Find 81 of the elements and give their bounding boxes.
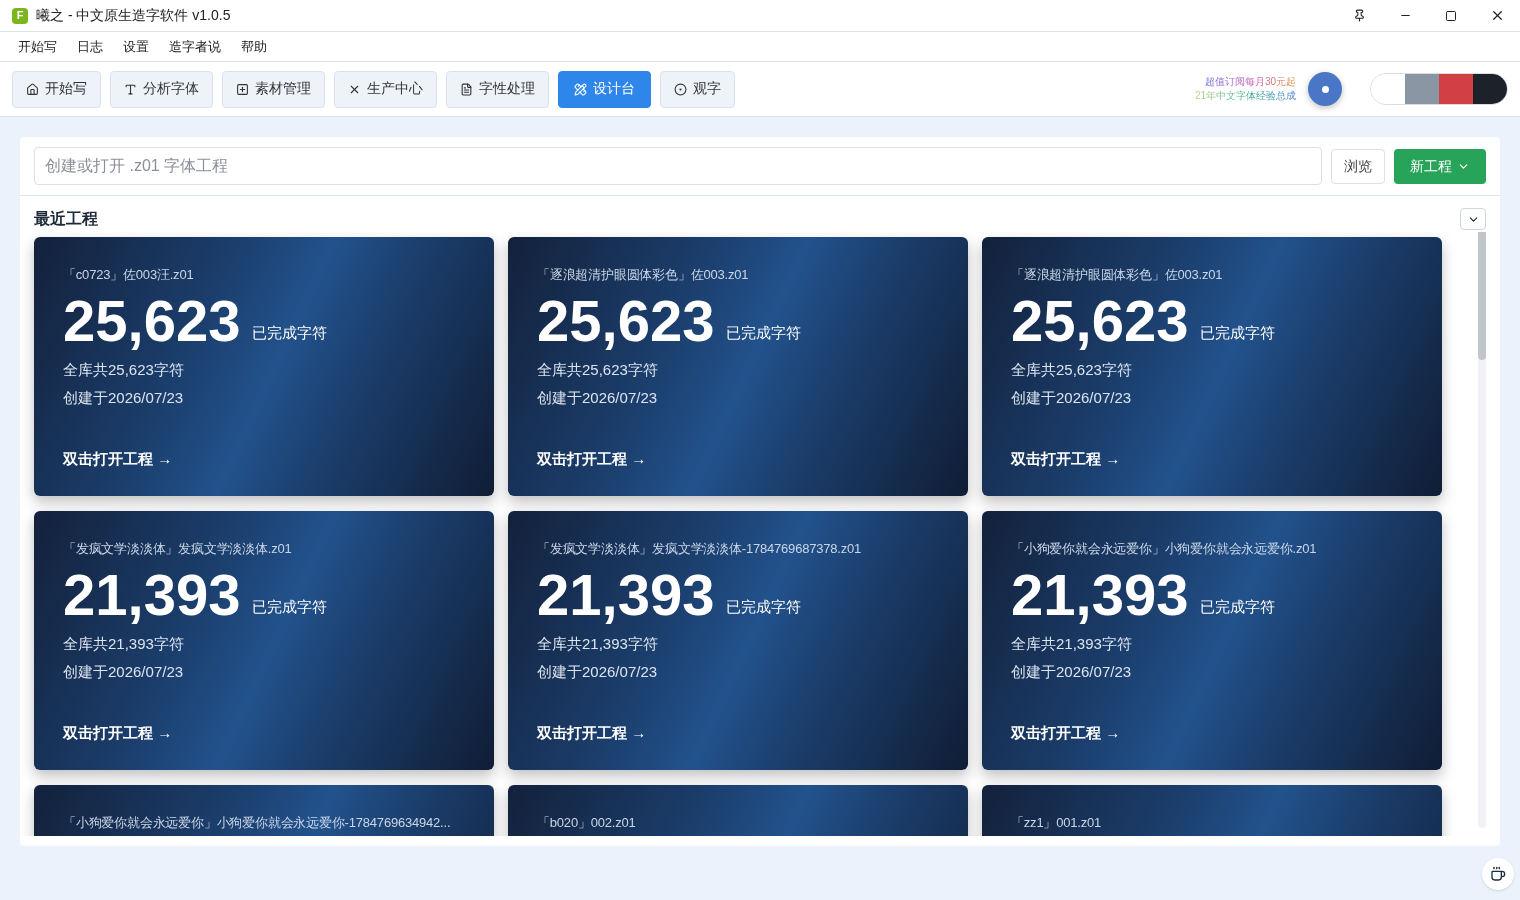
project-path-field[interactable]: 创建或打开 .z01 字体工程 [34,147,1322,185]
document-icon [460,82,473,96]
completed-count: 21,393 [1011,564,1189,625]
menu-item[interactable]: 造字者说 [159,36,231,57]
section-title: 最近工程 [34,209,98,229]
total-characters: 全库共21,393字符 [1011,633,1133,654]
total-characters: 全库共25,623字符 [537,359,659,380]
project-card[interactable]: 「zz1」001.z01 [982,785,1442,836]
toolbar-tab[interactable]: 观字 [660,70,735,108]
app-logo: F [12,7,28,24]
created-date: 创建于2026/07/23 [63,388,185,408]
project-file-name: 「发疯文学淡淡体」发疯文学淡淡体-1784769687378.z01 [537,540,863,558]
menu-item[interactable]: 日志 [67,36,113,57]
created-date: 创建于2026/07/23 [537,662,659,682]
completed-label: 已完成字符 [252,597,328,617]
project-card[interactable]: 「b020」002.z01 [508,785,968,836]
total-characters: 全库共21,393字符 [63,633,185,654]
project-file-name: 「逐浪超清护眼圆体彩色」佐003.z01 [537,266,750,284]
total-characters: 全库共25,623字符 [63,359,185,380]
toolbar-tab[interactable]: 素材管理 [222,70,325,108]
open-project-hint[interactable]: 双击打开工程 → [537,721,952,744]
project-file-name: 「逐浪超清护眼圆体彩色」佐003.z01 [1011,266,1224,284]
completed-label: 已完成字符 [726,597,802,617]
cup-button[interactable] [1482,858,1514,890]
project-card[interactable]: 「c0723」佐003汪.z01 25,623 已完成字符 全库共25,623字符 创建于2026/07/23 双击打开工程 → [34,237,494,496]
project-file-name: 「小狗爱你就会永远爱你」小狗爱你就会永远爱你.z01 [1011,540,1318,558]
toolbar-tab[interactable]: 设计台 [558,70,651,108]
open-project-hint[interactable]: 双击打开工程 → [63,721,478,744]
open-project-hint[interactable]: 双击打开工程 → [1011,447,1426,470]
theme-swatch[interactable] [1439,74,1473,104]
project-file-name: 「c0723」佐003汪.z01 [63,266,195,284]
open-project-hint[interactable]: 双击打开工程 → [63,447,478,470]
text-icon [124,82,137,96]
maximize-icon [1445,9,1457,22]
theme-swatch[interactable] [1405,74,1439,104]
cup-icon [1490,866,1506,882]
project-file-name: 「b020」002.z01 [537,814,637,832]
created-date: 创建于2026/07/23 [1011,662,1133,682]
completed-count: 25,623 [1011,290,1189,351]
plus-box-icon [236,82,249,96]
project-file-name: 「发疯文学淡淡体」发疯文学淡淡体.z01 [63,540,293,558]
ruler-pencil-icon [574,82,587,96]
theme-dot-button[interactable] [1308,72,1342,106]
browse-button[interactable]: 浏览 [1331,148,1385,184]
scrollbar[interactable] [1478,232,1486,828]
target-icon [674,82,687,96]
open-project-hint[interactable]: 双击打开工程 → [537,447,952,470]
created-date: 创建于2026/07/23 [537,388,659,408]
project-card[interactable]: 「发疯文学淡淡体」发疯文学淡淡体.z01 21,393 已完成字符 全库共21,393字符 创建于2026/07/23 双击打开工程 → [34,511,494,770]
menu-item[interactable]: 设置 [113,36,159,57]
toolbar-tab[interactable]: 生产中心 [334,70,437,108]
total-characters: 全库共21,393字符 [537,633,659,654]
completed-count: 25,623 [537,290,715,351]
created-date: 创建于2026/07/23 [63,662,185,682]
total-characters: 全库共25,623字符 [1011,359,1133,380]
completed-label: 已完成字符 [1200,323,1276,343]
home-icon [26,82,39,96]
toolbar-tab[interactable]: 开始写 [12,70,101,108]
menu-item[interactable]: 开始写 [8,36,67,57]
created-date: 创建于2026/07/23 [1011,388,1133,408]
open-project-hint[interactable]: 双击打开工程 → [1011,721,1426,744]
completed-label: 已完成字符 [252,323,328,343]
project-card[interactable]: 「逐浪超清护眼圆体彩色」佐003.z01 25,623 已完成字符 全库共25,623字符 创建于2026/07/23 双击打开工程 → [982,237,1442,496]
project-card[interactable]: 「逐浪超清护眼圆体彩色」佐003.z01 25,623 已完成字符 全库共25,623字符 创建于2026/07/23 双击打开工程 → [508,237,968,496]
project-card[interactable]: 「发疯文学淡淡体」发疯文学淡淡体-1784769687378.z01 21,393 已完成字符 全库共21,393字符 创建于2026/07/23 双击打开工程 → [508,511,968,770]
project-file-name: 「小狗爱你就会永远爱你」小狗爱你就会永远爱你-1784769634942... [63,814,452,832]
toolbar-tab[interactable]: 分析字体 [110,70,213,108]
menu-item[interactable]: 帮助 [231,36,277,57]
toolbar-tab[interactable]: 字性处理 [446,70,549,108]
project-card[interactable]: 「小狗爱你就会永远爱你」小狗爱你就会永远爱你-1784769634942... [34,785,494,836]
completed-count: 25,623 [63,290,241,351]
completed-label: 已完成字符 [1200,597,1276,617]
pin-icon [1352,9,1366,22]
project-file-name: 「zz1」001.z01 [1011,814,1103,832]
theme-swatch[interactable] [1473,74,1507,104]
project-card[interactable]: 「小狗爱你就会永远爱你」小狗爱你就会永远爱你.z01 21,393 已完成字符 全库共21,393字符 创建于2026/07/23 双击打开工程 → [982,511,1442,770]
completed-label: 已完成字符 [726,323,802,343]
window-title: 曦之 - 中文原生造字软件 v1.0.5 [36,6,231,25]
completed-count: 21,393 [63,564,241,625]
completed-count: 21,393 [537,564,715,625]
collapse-button[interactable] [1460,208,1486,230]
